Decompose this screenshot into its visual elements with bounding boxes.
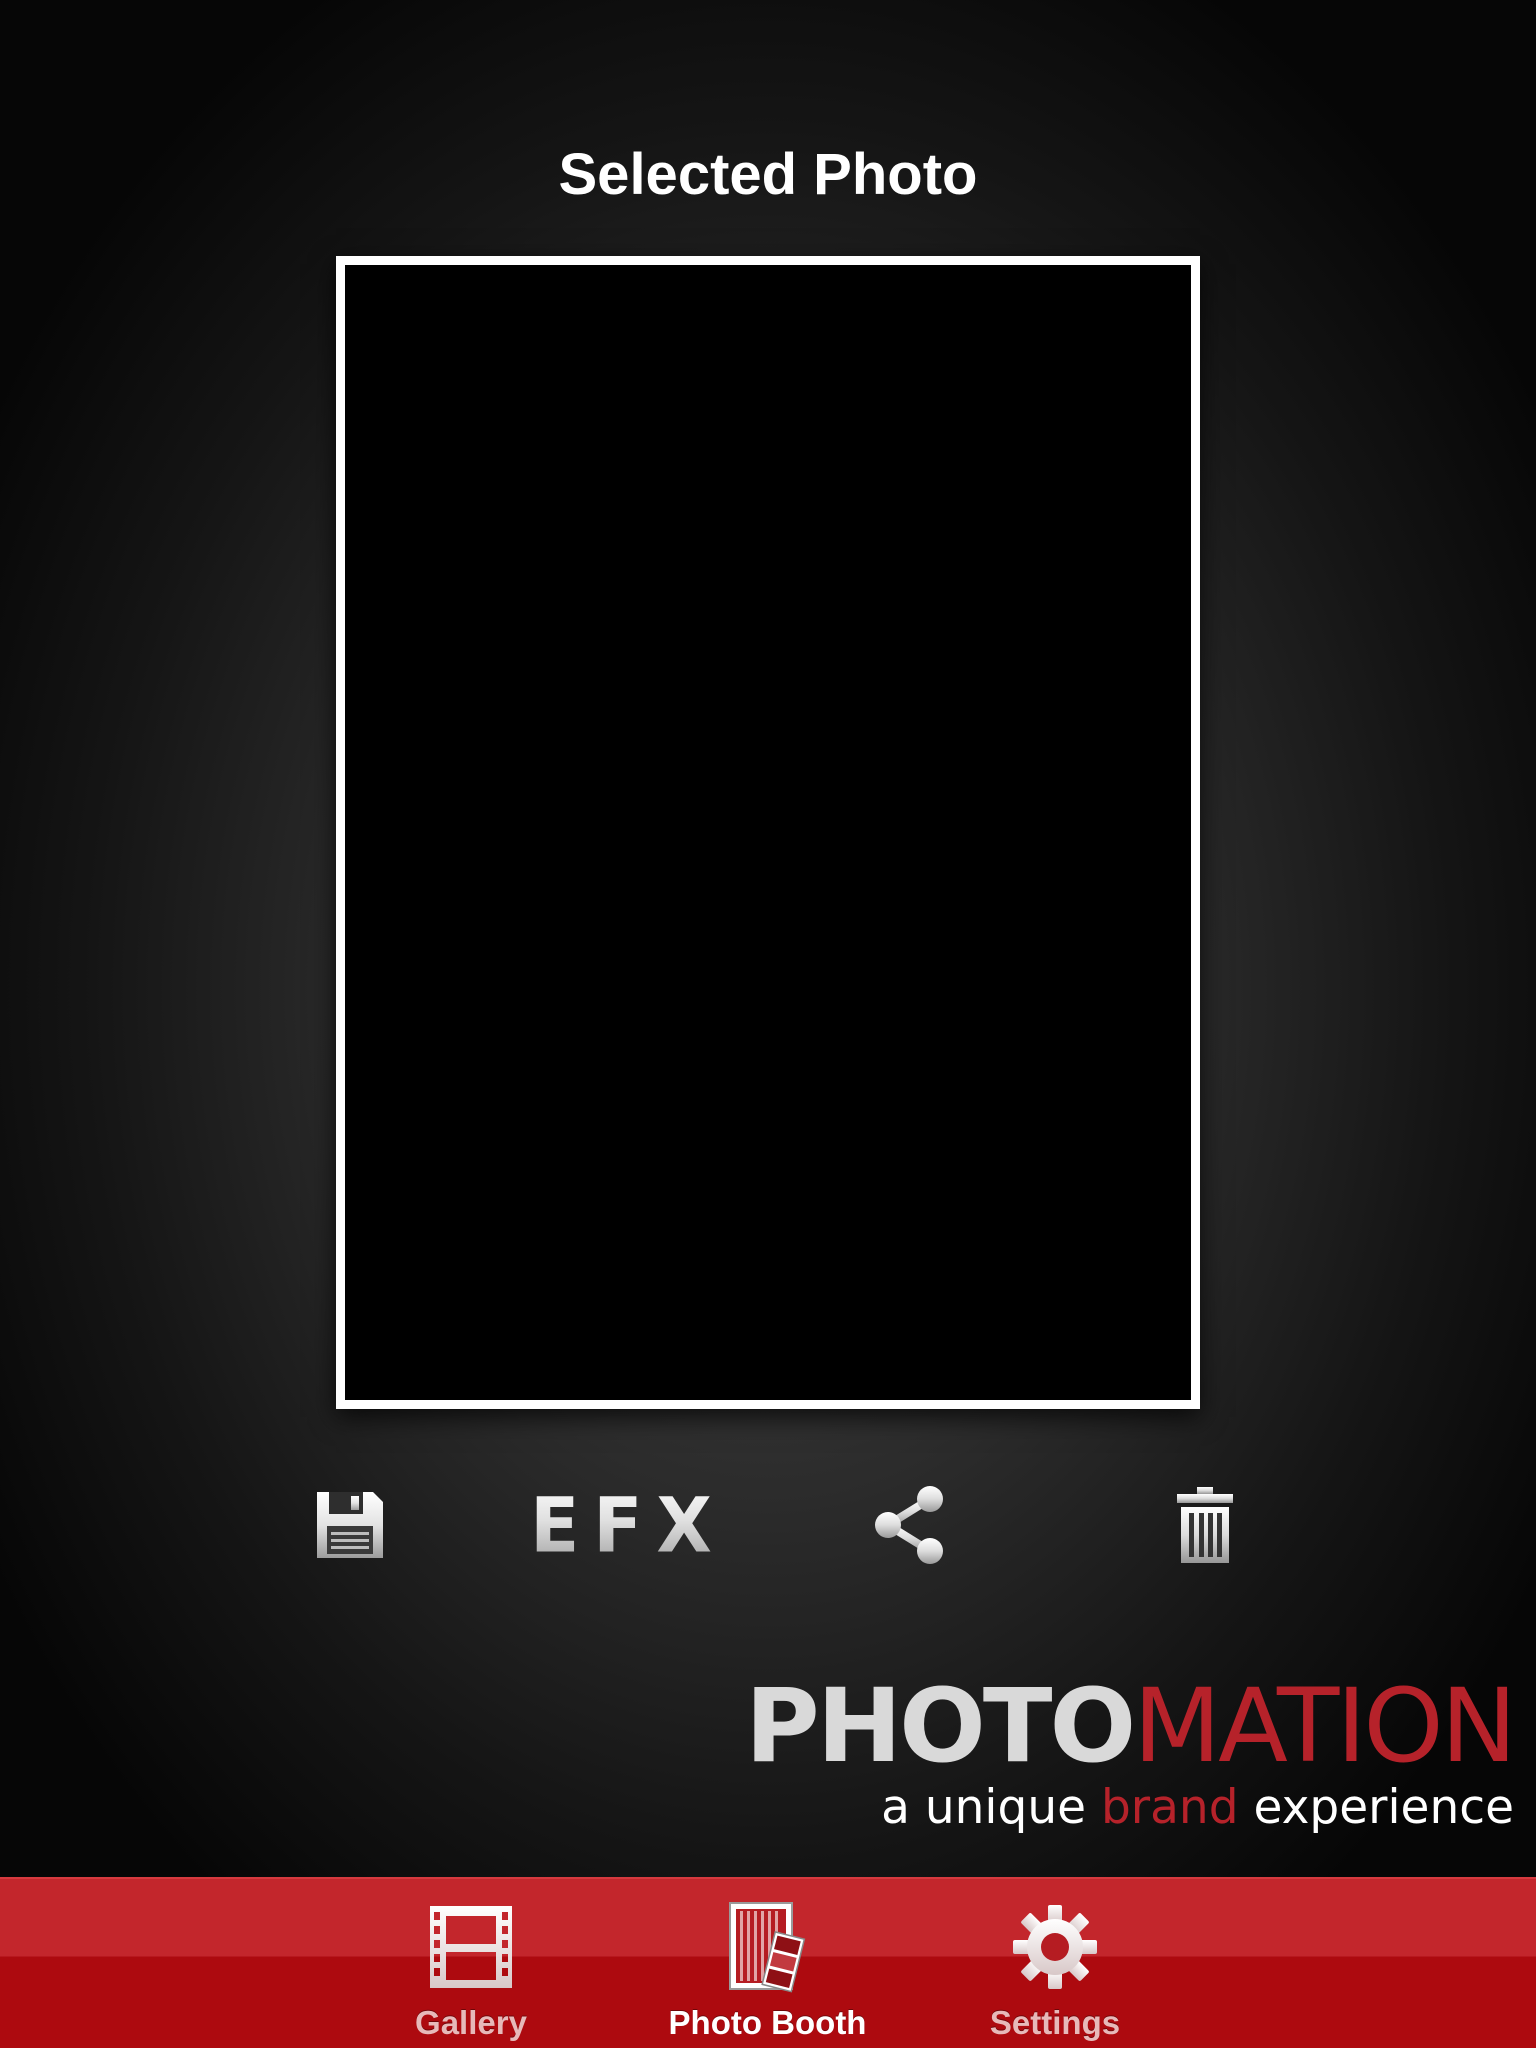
tagline-accent: brand [1100, 1780, 1239, 1835]
share-icon [875, 1486, 943, 1564]
brand-wordmark-photo: PHOTO [745, 1667, 1136, 1786]
trash-icon [1177, 1487, 1233, 1563]
gear-icon [1013, 1905, 1097, 1989]
selected-photo-screen: Selected Photo EFX PHOTOMATION a unique … [0, 0, 1536, 2048]
page-title: Selected Photo [558, 142, 978, 207]
share-button[interactable] [860, 1480, 960, 1570]
tab-gallery[interactable]: Gallery [371, 1897, 571, 2043]
efx-effects-button[interactable]: EFX [530, 1480, 712, 1570]
film-strip-icon [430, 1906, 512, 1988]
brand-wordmark: PHOTOMATION [745, 1672, 1517, 1782]
tab-photo-booth-label: Photo Booth [668, 2004, 867, 2041]
photo-booth-icon [728, 1902, 805, 1993]
tab-bar: Gallery Photo Booth Settings [0, 1877, 1536, 2048]
tab-gallery-label: Gallery [415, 2004, 527, 2041]
floppy-disk-icon [317, 1492, 383, 1558]
tagline-suffix: experience [1238, 1780, 1515, 1835]
save-button[interactable] [300, 1480, 400, 1570]
selected-photo-preview[interactable] [336, 256, 1200, 1409]
photomation-logo: PHOTOMATION a unique brand experience [745, 1672, 1517, 1836]
brand-tagline: a unique brand experience [745, 1780, 1514, 1836]
brand-wordmark-mation: MATION [1133, 1667, 1517, 1786]
tagline-prefix: a unique [881, 1780, 1101, 1835]
tab-photo-booth[interactable]: Photo Booth [640, 1897, 895, 2043]
tab-settings[interactable]: Settings [955, 1897, 1155, 2043]
delete-button[interactable] [1155, 1480, 1255, 1570]
tab-settings-label: Settings [989, 2004, 1121, 2041]
efx-label: EFX [530, 1478, 726, 1573]
